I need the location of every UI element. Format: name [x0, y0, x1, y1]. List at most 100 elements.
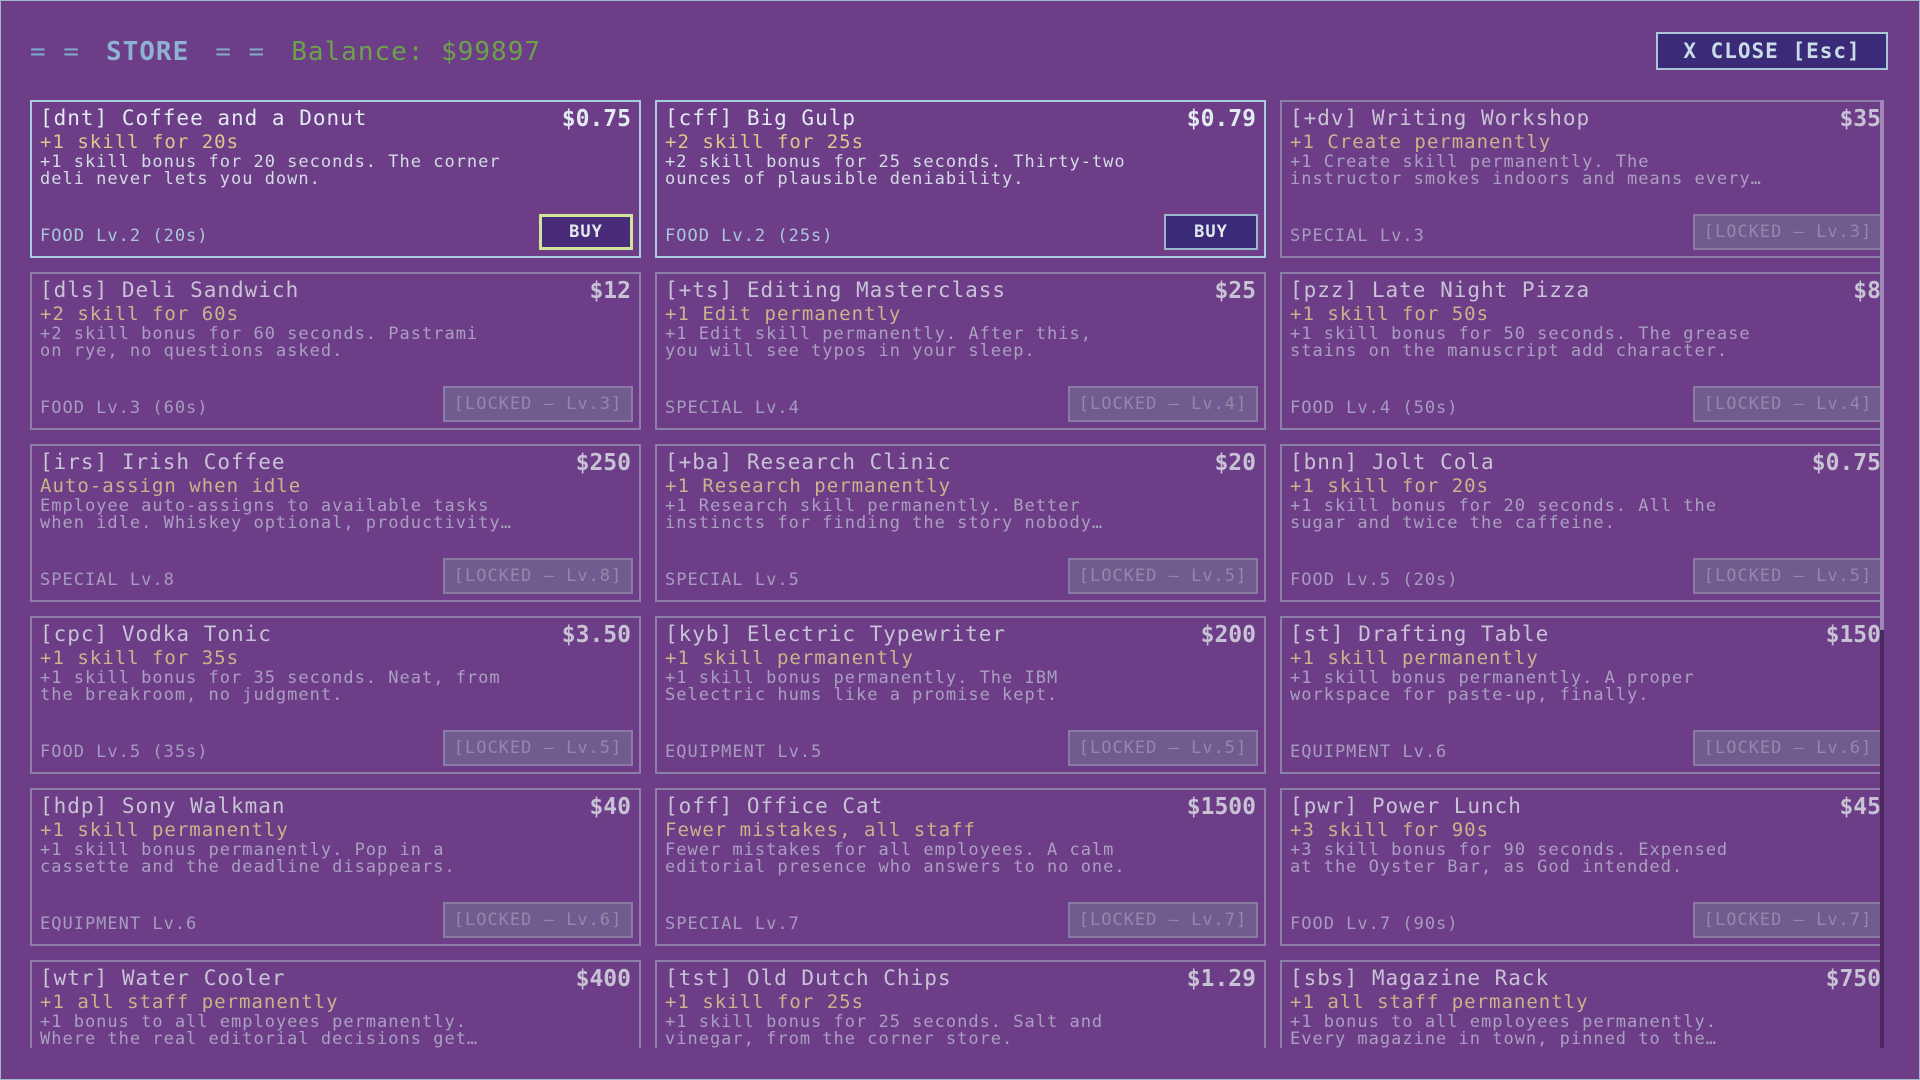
store-item-card: [kyb] Electric Typewriter $200 +1 skill pe…	[655, 616, 1266, 774]
item-header: [bnn] Jolt Cola $0.75	[1290, 450, 1880, 476]
item-header: [+ts] Editing Masterclass $25	[665, 278, 1256, 304]
item-category-level: FOOD Lv.2 (20s)	[40, 226, 209, 246]
item-description: +3 skill bonus for 90 seconds. Expensed …	[1290, 840, 1729, 877]
scrollbar-thumb[interactable]	[1880, 100, 1884, 630]
item-price: $3.50	[561, 622, 631, 648]
item-description: +1 skill bonus for 20 seconds. The corne…	[40, 152, 501, 189]
item-price: $8	[1853, 278, 1880, 304]
item-effect: +1 skill for 25s	[665, 991, 865, 1013]
item-effect: +1 skill permanently	[40, 819, 289, 841]
item-name: [+ts] Editing Masterclass	[665, 278, 1007, 302]
item-effect: +1 all staff permanently	[40, 991, 339, 1013]
item-name: [irs] Irish Coffee	[40, 450, 286, 474]
item-name: [dls] Deli Sandwich	[40, 278, 300, 302]
item-name: [hdp] Sony Walkman	[40, 794, 286, 818]
item-price: $12	[589, 278, 631, 304]
item-name: [tst] Old Dutch Chips	[665, 966, 952, 990]
item-description: +1 skill bonus for 25 seconds. Salt and …	[665, 1012, 1104, 1048]
item-price: $250	[575, 450, 631, 476]
item-category-level: SPECIAL Lv.3	[1290, 226, 1425, 246]
item-name: [sbs] Magazine Rack	[1290, 966, 1550, 990]
item-price: $200	[1200, 622, 1256, 648]
item-name: [pzz] Late Night Pizza	[1290, 278, 1591, 302]
locked-button: [LOCKED — Lv.6]	[1693, 730, 1880, 766]
item-description: +1 skill bonus permanently. Pop in a cas…	[40, 840, 456, 877]
header-decoration-right: = =	[215, 37, 266, 67]
locked-button: [LOCKED — Lv.3]	[1693, 214, 1880, 250]
locked-button: [LOCKED — Lv.3]	[443, 386, 633, 422]
item-effect: +1 Create permanently	[1290, 131, 1552, 153]
close-button[interactable]: X CLOSE [Esc]	[1656, 32, 1888, 70]
store-item-card: [sbs] Magazine Rack $750 +1 all staff perm…	[1280, 960, 1880, 1048]
item-header: [pzz] Late Night Pizza $8	[1290, 278, 1880, 304]
item-price: $750	[1825, 966, 1880, 992]
locked-button: [LOCKED — Lv.5]	[1068, 730, 1258, 766]
store-title: STORE	[105, 37, 190, 67]
item-description: +1 skill bonus permanently. The IBM Sele…	[665, 668, 1059, 705]
store-item-card: [pzz] Late Night Pizza $8 +1 skill for 50s…	[1280, 272, 1880, 430]
item-header: [dls] Deli Sandwich $12	[40, 278, 631, 304]
item-effect: +1 skill for 20s	[40, 131, 240, 153]
item-category-level: FOOD Lv.5 (20s)	[1290, 570, 1459, 590]
locked-button: [LOCKED — Lv.6]	[443, 902, 633, 938]
item-category-level: SPECIAL Lv.8	[40, 570, 175, 590]
item-price: $45	[1839, 794, 1880, 820]
item-category-level: EQUIPMENT Lv.6	[40, 914, 198, 934]
item-description: +1 skill bonus for 50 seconds. The greas…	[1290, 324, 1751, 361]
item-price: $25	[1214, 278, 1256, 304]
scrollbar[interactable]	[1880, 100, 1884, 1048]
store-item-card: [irs] Irish Coffee $250 Auto-assign when i…	[30, 444, 641, 602]
item-description: +1 Create skill permanently. The instruc…	[1290, 152, 1762, 189]
locked-button: [LOCKED — Lv.7]	[1693, 902, 1880, 938]
item-price: $35	[1839, 106, 1880, 132]
locked-button: [LOCKED — Lv.4]	[1693, 386, 1880, 422]
item-description: +1 skill bonus permanently. A proper wor…	[1290, 668, 1695, 705]
item-price: $20	[1214, 450, 1256, 476]
item-header: [sbs] Magazine Rack $750	[1290, 966, 1880, 992]
store-item-card: [bnn] Jolt Cola $0.75 +1 skill for 20s +1 s…	[1280, 444, 1880, 602]
item-price: $0.75	[561, 106, 631, 132]
item-category-level: EQUIPMENT Lv.6	[1290, 742, 1448, 762]
item-name: [wtr] Water Cooler	[40, 966, 286, 990]
item-name: [pwr] Power Lunch	[1290, 794, 1522, 818]
item-effect: +1 skill permanently	[665, 647, 914, 669]
item-category-level: SPECIAL Lv.4	[665, 398, 800, 418]
item-category-level: FOOD Lv.5 (35s)	[40, 742, 209, 762]
item-category-level: EQUIPMENT Lv.5	[665, 742, 823, 762]
item-header: [kyb] Electric Typewriter $200	[665, 622, 1256, 648]
item-name: [+ba] Research Clinic	[665, 450, 952, 474]
buy-button[interactable]: BUY	[539, 214, 633, 250]
item-effect: +2 skill for 60s	[40, 303, 240, 325]
balance-display: Balance: $99897	[291, 37, 542, 67]
store-item-card: [pwr] Power Lunch $45 +3 skill for 90s +3 s…	[1280, 788, 1880, 946]
item-name: [cff] Big Gulp	[665, 106, 857, 130]
item-header: [hdp] Sony Walkman $40	[40, 794, 631, 820]
item-description: +2 skill bonus for 60 seconds. Pastrami …	[40, 324, 479, 361]
buy-button[interactable]: BUY	[1164, 214, 1258, 250]
store-item-card: [+ts] Editing Masterclass $25 +1 Edit perm…	[655, 272, 1266, 430]
item-description: Employee auto-assigns to available tasks…	[40, 496, 512, 533]
item-category-level: FOOD Lv.7 (90s)	[1290, 914, 1459, 934]
item-header: [cpc] Vodka Tonic $3.50	[40, 622, 631, 648]
item-name: [+dv] Writing Workshop	[1290, 106, 1591, 130]
item-header: [off] Office Cat $1500	[665, 794, 1256, 820]
store-item-card: [+dv] Writing Workshop $35 +1 Create perma…	[1280, 100, 1880, 258]
item-effect: +1 Research permanently	[665, 475, 952, 497]
item-header: [st] Drafting Table $150	[1290, 622, 1880, 648]
item-category-level: SPECIAL Lv.5	[665, 570, 800, 590]
item-description: Fewer mistakes for all employees. A calm…	[665, 840, 1126, 877]
store-item-card: [st] Drafting Table $150 +1 skill permanen…	[1280, 616, 1880, 774]
item-effect: +1 skill for 20s	[1290, 475, 1490, 497]
locked-button: [LOCKED — Lv.8]	[443, 558, 633, 594]
store-item-card: [hdp] Sony Walkman $40 +1 skill permanentl…	[30, 788, 641, 946]
item-effect: +1 skill for 50s	[1290, 303, 1490, 325]
item-effect: +1 Edit permanently	[665, 303, 902, 325]
item-name: [dnt] Coffee and a Donut	[40, 106, 368, 130]
store-header: = = STORE = = Balance: $99897	[30, 32, 541, 72]
item-effect: +1 all staff permanently	[1290, 991, 1589, 1013]
store-item-list[interactable]: [dnt] Coffee and a Donut $0.75 +1 skill fo…	[30, 100, 1880, 1048]
item-header: [+ba] Research Clinic $20	[665, 450, 1256, 476]
store-item-card: [+ba] Research Clinic $20 +1 Research perm…	[655, 444, 1266, 602]
locked-button: [LOCKED — Lv.5]	[443, 730, 633, 766]
item-category-level: FOOD Lv.4 (50s)	[1290, 398, 1459, 418]
